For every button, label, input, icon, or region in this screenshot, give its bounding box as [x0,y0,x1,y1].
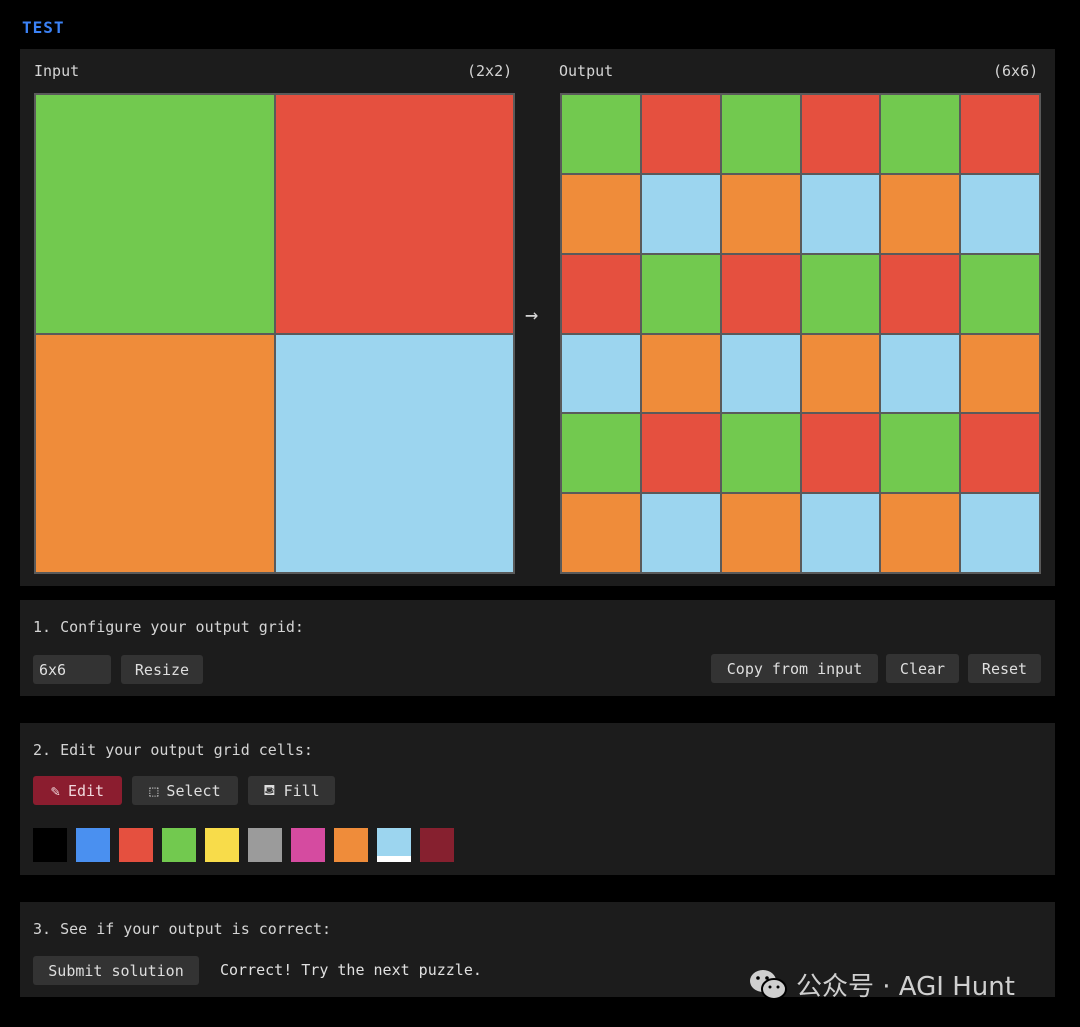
output-grid[interactable] [560,93,1041,574]
output-cell[interactable] [961,414,1039,493]
output-cell[interactable] [562,414,640,493]
output-cell[interactable] [961,494,1039,572]
input-size: (2x2) [467,62,513,80]
wechat-icon [750,969,787,1000]
output-cell[interactable] [961,174,1039,253]
color-swatch[interactable] [334,828,368,862]
reset-button[interactable]: Reset [968,654,1041,683]
color-swatch[interactable] [33,828,67,862]
output-cell[interactable] [721,334,800,413]
output-cell[interactable] [801,414,880,493]
input-grid [34,93,515,574]
select-tool-label: Select [166,781,221,800]
grid-size-input[interactable] [33,655,111,684]
output-cell[interactable] [721,95,800,173]
output-cell[interactable] [641,334,720,413]
output-cell[interactable] [721,254,800,333]
output-cell[interactable] [721,494,800,572]
select-icon: ⬚ [149,781,159,800]
output-cell[interactable] [801,494,880,572]
output-cell[interactable] [801,95,880,173]
output-cell[interactable] [562,95,640,173]
input-cell [275,334,513,572]
output-cell[interactable] [641,414,720,493]
edit-tool-label: Edit [67,781,105,800]
output-cell[interactable] [801,174,880,253]
output-cell[interactable] [721,414,800,493]
output-cell[interactable] [881,95,960,173]
input-cell [275,95,513,333]
configure-panel: 1. Configure your output grid: Resize Co… [20,600,1055,696]
color-swatch[interactable] [291,828,325,862]
input-cell [36,334,274,572]
output-cell[interactable] [961,95,1039,173]
color-swatch[interactable] [119,828,153,862]
watermark-text: 公众号 · AGI Hunt [796,972,1015,1002]
clear-button[interactable]: Clear [886,654,959,683]
output-cell[interactable] [881,174,960,253]
submit-solution-button[interactable]: Submit solution [33,956,199,985]
output-cell[interactable] [881,334,960,413]
output-cell[interactable] [562,254,640,333]
output-cell[interactable] [881,494,960,572]
result-status: Correct! Try the next puzzle. [220,961,482,979]
arrow-icon: → [525,303,539,328]
output-cell[interactable] [641,174,720,253]
output-cell[interactable] [641,494,720,572]
grids-panel: Input (2x2) → Output (6x6) [20,49,1055,586]
output-cell[interactable] [641,254,720,333]
output-cell[interactable] [961,334,1039,413]
copy-from-input-button[interactable]: Copy from input [711,654,878,683]
edit-panel: 2. Edit your output grid cells: ✎ Edit ⬚… [20,723,1055,875]
edit-tool-button[interactable]: ✎ Edit [33,776,122,805]
pencil-icon: ✎ [50,781,60,800]
watermark: 公众号 · AGI Hunt [748,966,1015,1003]
output-cell[interactable] [881,254,960,333]
color-swatch[interactable] [205,828,239,862]
output-cell[interactable] [562,334,640,413]
output-cell[interactable] [881,414,960,493]
output-cell[interactable] [562,494,640,572]
resize-button[interactable]: Resize [121,655,203,684]
color-swatch[interactable] [162,828,196,862]
section-label: TEST [22,18,65,37]
color-swatch[interactable] [248,828,282,862]
output-cell[interactable] [961,254,1039,333]
color-swatch[interactable] [377,828,411,862]
color-swatch[interactable] [76,828,110,862]
output-title: Output [559,62,614,80]
output-cell[interactable] [721,174,800,253]
edit-title: 2. Edit your output grid cells: [33,741,313,759]
fill-icon: ⛾ [263,780,276,799]
output-size: (6x6) [993,62,1039,80]
input-title: Input [34,62,80,80]
input-cell [36,95,274,333]
select-tool-button[interactable]: ⬚ Select [132,776,238,805]
color-swatch[interactable] [420,828,454,862]
fill-tool-button[interactable]: ⛾ Fill [248,776,335,805]
output-cell[interactable] [641,95,720,173]
output-cell[interactable] [562,174,640,253]
output-cell[interactable] [801,334,880,413]
output-cell[interactable] [801,254,880,333]
fill-tool-label: Fill [283,781,320,800]
configure-title: 1. Configure your output grid: [33,618,304,636]
check-title: 3. See if your output is correct: [33,920,332,938]
